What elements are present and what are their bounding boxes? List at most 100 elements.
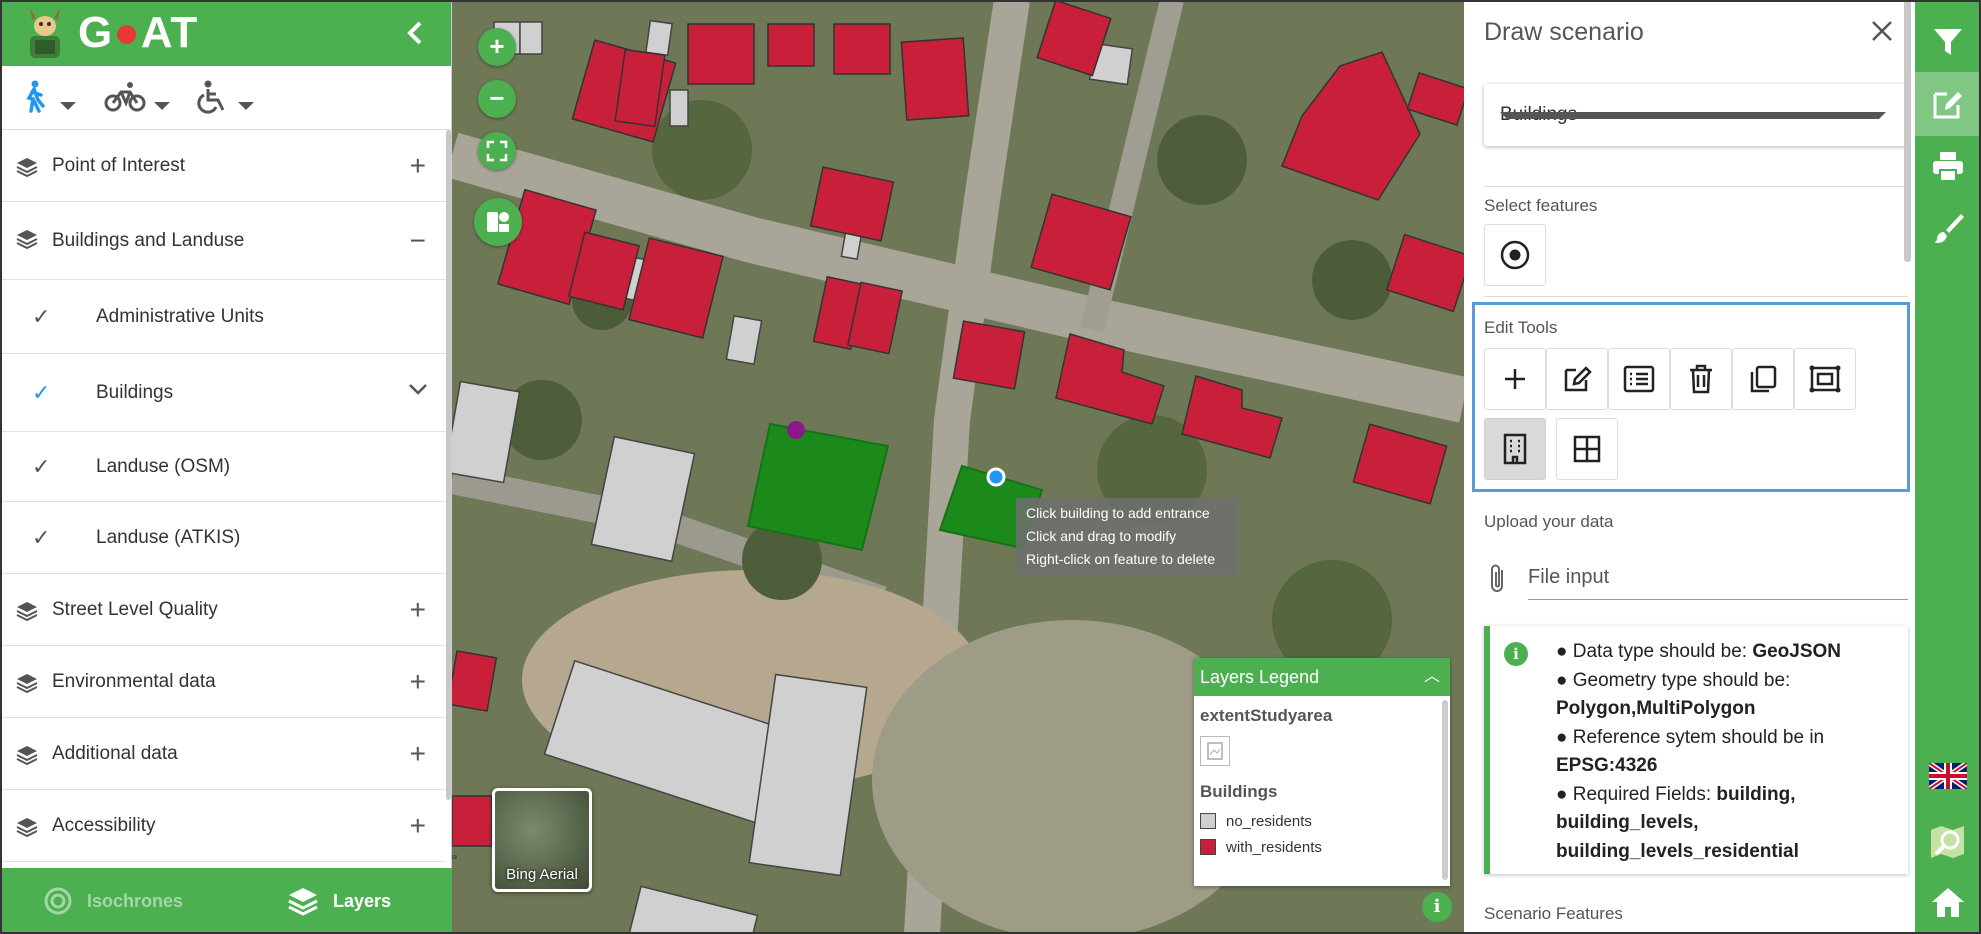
- paperclip-icon: [1491, 564, 1503, 592]
- filter-icon: [1934, 29, 1962, 55]
- walk-icon: [26, 80, 45, 113]
- home-button[interactable]: [1915, 870, 1981, 934]
- wheelchair-mode-button[interactable]: [196, 80, 260, 120]
- wheelchair-icon: [197, 80, 225, 114]
- layers-icon: [16, 674, 38, 693]
- copy-feature-tool[interactable]: [1732, 348, 1794, 410]
- tab-isochrones[interactable]: Isochrones: [0, 868, 226, 934]
- panel-title: Draw scenario: [1484, 18, 1644, 46]
- language-selector[interactable]: [1915, 744, 1981, 808]
- expand-plus-icon[interactable]: +: [410, 739, 426, 768]
- sublayer-landuse-atkis[interactable]: ✓ Landuse (ATKIS): [0, 502, 446, 574]
- caret-down-icon: [1500, 112, 1886, 119]
- expand-plus-icon[interactable]: +: [410, 595, 426, 624]
- fullscreen-icon: [486, 140, 508, 162]
- copy-icon: [1750, 365, 1777, 393]
- check-icon[interactable]: ✓: [32, 380, 50, 406]
- caret-down-icon: [238, 102, 254, 110]
- map-layer-switch-icon: [487, 212, 509, 232]
- layer-group-accessibility[interactable]: Accessibility +: [0, 790, 446, 862]
- layers-icon: [16, 158, 38, 177]
- target-icon: [1500, 240, 1530, 270]
- building-icon: [1503, 433, 1527, 465]
- grid-icon: [1573, 435, 1601, 463]
- fullscreen-button[interactable]: [478, 132, 516, 170]
- draw-scenario-button[interactable]: [1915, 72, 1981, 136]
- building-entrance-tool[interactable]: [1484, 418, 1546, 480]
- check-icon[interactable]: ✓: [32, 525, 50, 551]
- check-icon[interactable]: ✓: [32, 304, 50, 330]
- plus-icon: [1505, 369, 1525, 389]
- chevron-down-icon[interactable]: [408, 382, 428, 396]
- draw-hint-tooltip: Click building to add entrance Click and…: [1016, 498, 1238, 575]
- map-canvas[interactable]: + − Bing Aerial Click building to add en…: [452, 0, 1464, 934]
- layer-group-point-of-interest[interactable]: Point of Interest +: [0, 130, 446, 202]
- zoom-out-button[interactable]: −: [478, 80, 516, 118]
- select-area-icon: [1809, 365, 1841, 393]
- filter-button[interactable]: [1915, 10, 1981, 74]
- layer-group-additional-data[interactable]: Additional data +: [0, 718, 446, 790]
- layers-icon: [16, 602, 38, 621]
- check-icon[interactable]: ✓: [32, 454, 50, 480]
- layer-group-buildings-and-landuse[interactable]: Buildings and Landuse −: [0, 202, 446, 280]
- collapse-minus-icon[interactable]: −: [410, 226, 426, 255]
- printer-icon: [1933, 152, 1963, 182]
- chevron-up-icon[interactable]: ︿: [1424, 658, 1440, 696]
- divider: [1484, 296, 1908, 297]
- draw-scenario-panel: Draw scenario Buildings Select features …: [1464, 0, 1915, 934]
- trash-icon: [1690, 364, 1712, 394]
- sublayer-buildings[interactable]: ✓ Buildings: [0, 354, 446, 432]
- upload-info-card: i ● Data type should be: GeoJSON ● Geome…: [1484, 626, 1908, 874]
- attribute-table-tool[interactable]: [1608, 348, 1670, 410]
- map-style-button[interactable]: [474, 198, 522, 246]
- select-area-tool[interactable]: [1794, 348, 1856, 410]
- legend-header[interactable]: Layers Legend ︿: [1194, 658, 1450, 696]
- layers-icon: [288, 888, 318, 916]
- split-building-tool[interactable]: [1556, 418, 1618, 480]
- uk-flag-icon: [1929, 763, 1967, 789]
- layers-icon: [16, 230, 38, 249]
- app-header: G●AT: [0, 0, 451, 66]
- basemap-switcher[interactable]: Bing Aerial: [492, 788, 592, 892]
- map-pin-icon: ●: [113, 8, 141, 57]
- sublayer-landuse-osm[interactable]: ✓ Landuse (OSM): [0, 432, 446, 502]
- modify-feature-tool[interactable]: [1546, 348, 1608, 410]
- print-button[interactable]: [1915, 134, 1981, 198]
- cycling-mode-button[interactable]: [104, 80, 170, 120]
- add-feature-tool[interactable]: [1484, 348, 1546, 410]
- tab-layers[interactable]: Layers: [226, 868, 452, 934]
- edit-icon: [1564, 366, 1592, 392]
- expand-plus-icon[interactable]: +: [410, 151, 426, 180]
- right-toolbar: [1915, 0, 1981, 934]
- sublayer-administrative-units[interactable]: ✓ Administrative Units: [0, 280, 446, 354]
- expand-plus-icon[interactable]: +: [410, 667, 426, 696]
- layer-group-street-level-quality[interactable]: Street Level Quality +: [0, 574, 446, 646]
- expand-plus-icon[interactable]: +: [410, 811, 426, 840]
- zoom-in-button[interactable]: +: [478, 28, 516, 66]
- layer-list-scrollbar[interactable]: [446, 130, 451, 800]
- isochrone-icon: [44, 887, 72, 915]
- legend-swatch: [1200, 839, 1216, 855]
- paintbrush-icon: [1934, 214, 1964, 243]
- map-search-icon: [1931, 826, 1964, 858]
- map-search-button[interactable]: [1915, 810, 1981, 874]
- close-panel-button[interactable]: [1869, 12, 1895, 52]
- chevron-left-icon: [407, 21, 422, 45]
- walking-mode-button[interactable]: [20, 80, 84, 120]
- file-input-field[interactable]: File input: [1484, 556, 1908, 600]
- close-icon: [1872, 21, 1892, 41]
- layers-icon: [16, 746, 38, 765]
- style-button[interactable]: [1915, 196, 1981, 260]
- delete-feature-tool[interactable]: [1670, 348, 1732, 410]
- layer-group-environmental-data[interactable]: Environmental data +: [0, 646, 446, 718]
- layer-select-dropdown[interactable]: Buildings: [1484, 84, 1908, 146]
- collapse-panel-button[interactable]: [399, 16, 433, 50]
- goat-mascot-logo: [30, 8, 60, 58]
- left-panel: G●AT Point of Interest + Buildings and L…: [0, 0, 452, 934]
- draw-panel-scrollbar[interactable]: [1904, 0, 1911, 262]
- divider: [1484, 186, 1908, 187]
- map-info-button[interactable]: i: [1422, 892, 1452, 922]
- select-feature-tool[interactable]: [1484, 224, 1546, 286]
- bottom-tab-bar: Isochrones Layers: [0, 868, 452, 934]
- legend-scrollbar[interactable]: [1442, 700, 1448, 880]
